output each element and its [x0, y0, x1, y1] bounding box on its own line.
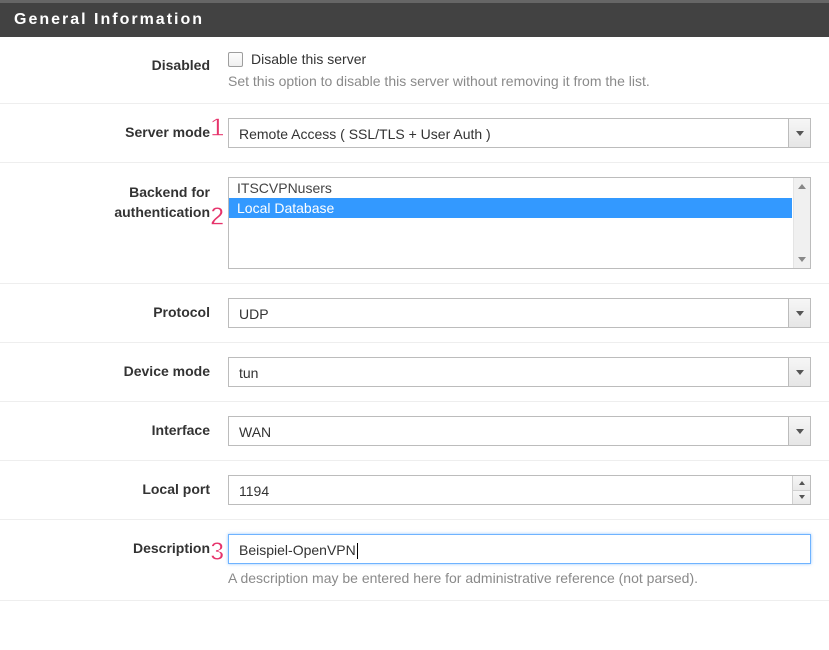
- ctrl-interface: WAN: [228, 416, 829, 446]
- label-backend-auth-l2: authentication: [114, 204, 210, 220]
- disable-server-checkbox[interactable]: [228, 52, 243, 67]
- label-local-port: Local port: [0, 475, 228, 497]
- label-backend-auth: Backend for authentication: [0, 177, 228, 222]
- server-mode-dropdown-button[interactable]: [788, 119, 810, 147]
- description-input[interactable]: Beispiel-OpenVPN: [228, 534, 811, 564]
- backend-auth-option-local-database[interactable]: Local Database: [229, 198, 792, 218]
- row-disabled: Disabled Disable this server Set this op…: [0, 37, 829, 104]
- scroll-down-button[interactable]: [794, 251, 810, 268]
- chevron-down-icon: [796, 370, 804, 375]
- interface-select[interactable]: WAN: [228, 416, 811, 446]
- row-protocol: Protocol UDP: [0, 284, 829, 343]
- chevron-down-icon: [799, 495, 805, 499]
- chevron-down-icon: [796, 131, 804, 136]
- device-mode-dropdown-button[interactable]: [788, 358, 810, 386]
- chevron-up-icon: [798, 184, 806, 189]
- ctrl-protocol: UDP: [228, 298, 829, 328]
- server-mode-select-value: Remote Access ( SSL/TLS + User Auth ): [228, 118, 811, 148]
- ctrl-device-mode: tun: [228, 357, 829, 387]
- label-interface: Interface: [0, 416, 228, 438]
- device-mode-select[interactable]: tun: [228, 357, 811, 387]
- row-interface: Interface WAN: [0, 402, 829, 461]
- listbox-scrollbar[interactable]: [793, 178, 810, 268]
- local-port-step-up[interactable]: [793, 476, 810, 491]
- chevron-down-icon: [796, 429, 804, 434]
- label-disabled: Disabled: [0, 51, 228, 73]
- label-description: Description: [0, 534, 228, 556]
- interface-dropdown-button[interactable]: [788, 417, 810, 445]
- row-server-mode: Server mode 1 Remote Access ( SSL/TLS + …: [0, 104, 829, 163]
- scroll-up-button[interactable]: [794, 178, 810, 195]
- backend-auth-option-itscvpnusers[interactable]: ITSCVPNusers: [229, 178, 792, 198]
- disable-server-checkbox-label: Disable this server: [251, 51, 366, 67]
- row-backend-auth: Backend for authentication 2 ITSCVPNuser…: [0, 163, 829, 284]
- description-input-value: Beispiel-OpenVPN: [239, 542, 356, 558]
- chevron-down-icon: [798, 257, 806, 262]
- local-port-input-wrap: 1194: [228, 475, 811, 505]
- chevron-up-icon: [799, 481, 805, 485]
- ctrl-description: 3 Beispiel-OpenVPN A description may be …: [228, 534, 829, 586]
- section-header: General Information: [0, 0, 829, 37]
- disabled-checkbox-line[interactable]: Disable this server: [228, 51, 811, 67]
- text-cursor-icon: [357, 543, 358, 559]
- row-local-port: Local port 1194: [0, 461, 829, 520]
- ctrl-disabled: Disable this server Set this option to d…: [228, 51, 829, 89]
- description-help: A description may be entered here for ad…: [228, 570, 811, 586]
- ctrl-backend-auth: 2 ITSCVPNusers Local Database: [228, 177, 829, 269]
- local-port-input[interactable]: 1194: [228, 475, 811, 505]
- device-mode-select-value: tun: [228, 357, 811, 387]
- annotation-2: 2: [210, 203, 224, 229]
- chevron-down-icon: [796, 311, 804, 316]
- row-device-mode: Device mode tun: [0, 343, 829, 402]
- label-device-mode: Device mode: [0, 357, 228, 379]
- protocol-dropdown-button[interactable]: [788, 299, 810, 327]
- interface-select-value: WAN: [228, 416, 811, 446]
- row-description: Description 3 Beispiel-OpenVPN A descrip…: [0, 520, 829, 601]
- server-mode-select[interactable]: Remote Access ( SSL/TLS + User Auth ): [228, 118, 811, 148]
- section-title: General Information: [14, 11, 204, 28]
- label-server-mode: Server mode: [0, 118, 228, 140]
- disabled-help: Set this option to disable this server w…: [228, 73, 811, 89]
- local-port-spinner[interactable]: [792, 476, 810, 504]
- label-backend-auth-l1: Backend for: [129, 184, 210, 200]
- ctrl-server-mode: 1 Remote Access ( SSL/TLS + User Auth ): [228, 118, 829, 148]
- annotation-1: 1: [210, 114, 224, 140]
- protocol-select[interactable]: UDP: [228, 298, 811, 328]
- annotation-3: 3: [210, 538, 224, 564]
- backend-auth-listbox[interactable]: ITSCVPNusers Local Database: [228, 177, 811, 269]
- label-protocol: Protocol: [0, 298, 228, 320]
- local-port-step-down[interactable]: [793, 491, 810, 505]
- ctrl-local-port: 1194: [228, 475, 829, 505]
- protocol-select-value: UDP: [228, 298, 811, 328]
